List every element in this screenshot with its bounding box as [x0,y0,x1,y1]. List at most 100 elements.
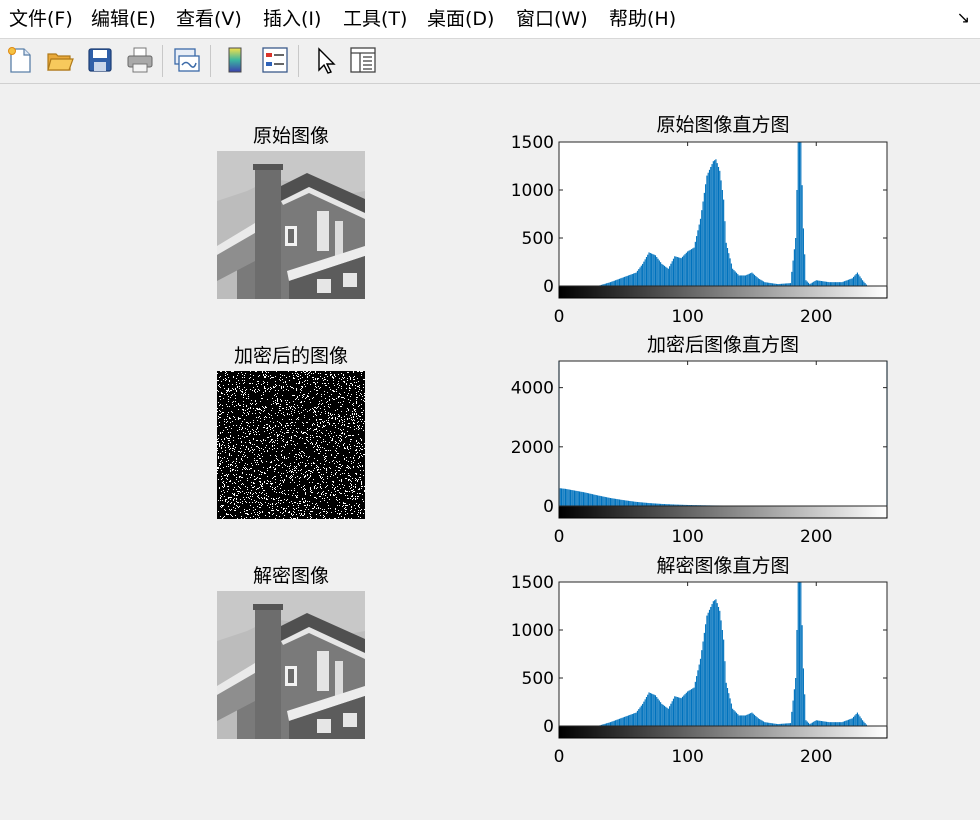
noise-pixel [286,377,287,378]
noise-pixel [357,481,358,482]
link-plot-icon[interactable] [172,45,202,75]
noise-pixel [309,482,310,483]
noise-pixel [248,398,249,399]
noise-pixel [273,510,274,511]
save-icon[interactable] [85,45,115,75]
noise-pixel [229,418,230,419]
menu-view[interactable]: 查看(V) [176,7,242,31]
noise-pixel [307,374,308,375]
noise-pixel [313,382,314,383]
noise-pixel [320,408,321,409]
open-file-icon[interactable] [45,45,75,75]
new-figure-icon[interactable] [5,45,35,75]
noise-pixel [359,395,360,396]
noise-pixel [234,406,235,407]
noise-pixel [247,425,248,426]
noise-pixel [250,408,251,409]
noise-pixel [275,482,276,483]
noise-pixel [362,419,363,420]
print-icon[interactable] [125,45,155,75]
noise-pixel [283,508,284,509]
edit-plot-pointer-icon[interactable] [310,45,340,75]
noise-pixel [337,384,338,385]
noise-pixel [264,386,265,387]
noise-pixel [326,385,327,386]
noise-pixel [332,398,333,399]
noise-pixel [278,502,279,503]
noise-pixel [227,491,228,492]
noise-pixel [229,440,230,441]
histogram-bar [850,278,852,286]
menu-desktop[interactable]: 桌面(D) [427,7,494,31]
noise-pixel [303,396,304,397]
noise-pixel [223,467,224,468]
noise-pixel [285,510,286,511]
noise-pixel [260,413,261,414]
noise-pixel [261,486,262,487]
noise-pixel [270,421,271,422]
noise-pixel [252,487,253,488]
noise-pixel [298,510,299,511]
noise-pixel [265,447,266,448]
noise-pixel [345,490,346,491]
histogram-bar [729,258,731,286]
noise-pixel [274,387,275,388]
noise-pixel [268,413,269,414]
noise-pixel [360,393,361,394]
menu-insert[interactable]: 插入(I) [263,7,321,31]
noise-pixel [276,396,277,397]
noise-pixel [298,383,299,384]
dock-figure-icon[interactable]: ↘ [957,8,970,27]
histogram-bar [692,248,694,286]
noise-pixel [287,413,288,414]
noise-pixel [247,494,248,495]
noise-pixel [347,419,348,420]
noise-pixel [250,383,251,384]
histogram-bar [671,261,673,286]
noise-pixel [344,508,345,509]
menu-help[interactable]: 帮助(H) [609,7,676,31]
noise-pixel [221,445,222,446]
insert-legend-icon[interactable] [260,45,290,75]
noise-pixel [328,490,329,491]
menu-tools[interactable]: 工具(T) [343,7,407,31]
noise-pixel [259,455,260,456]
histogram-bar [747,274,749,286]
noise-pixel [324,448,325,449]
noise-pixel [277,443,278,444]
noise-pixel [338,470,339,471]
noise-pixel [305,465,306,466]
insert-colorbar-icon[interactable] [220,45,250,75]
menu-edit[interactable]: 编辑(E) [91,7,156,31]
noise-pixel [226,392,227,393]
noise-pixel [279,484,280,485]
noise-pixel [291,436,292,437]
noise-pixel [234,417,235,418]
noise-pixel [299,478,300,479]
noise-pixel [283,482,284,483]
noise-pixel [313,416,314,417]
noise-pixel [300,515,301,516]
noise-pixel [288,494,289,495]
noise-pixel [327,376,328,377]
menu-file[interactable]: 文件(F) [9,7,73,31]
noise-pixel [326,486,327,487]
noise-pixel [253,432,254,433]
noise-pixel [296,428,297,429]
noise-pixel [359,477,360,478]
noise-pixel [326,456,327,457]
noise-pixel [243,445,244,446]
menu-window[interactable]: 窗口(W) [516,7,588,31]
noise-pixel [260,418,261,419]
property-inspector-icon[interactable] [348,45,378,75]
noise-pixel [309,419,310,420]
noise-pixel [219,422,220,423]
noise-pixel [280,475,281,476]
noise-pixel [267,483,268,484]
noise-pixel [277,399,278,400]
noise-pixel [278,465,279,466]
noise-pixel [255,389,256,390]
noise-pixel [294,502,295,503]
noise-pixel [326,472,327,473]
noise-pixel [294,462,295,463]
